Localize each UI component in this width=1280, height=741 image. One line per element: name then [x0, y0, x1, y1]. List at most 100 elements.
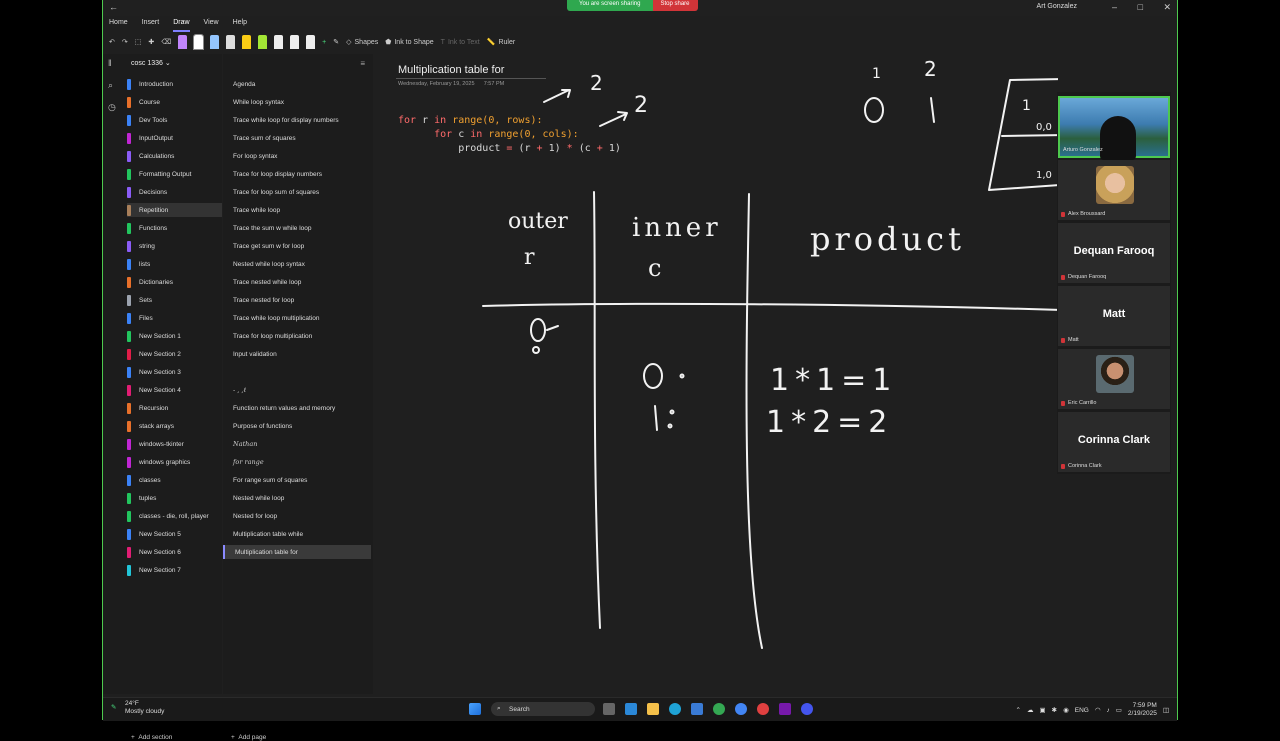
- minimize-icon[interactable]: –: [1112, 2, 1117, 12]
- page-item[interactable]: Trace get sum w for loop: [223, 239, 371, 253]
- section-item[interactable]: Calculations: [127, 149, 222, 163]
- pen-purple-icon[interactable]: [178, 35, 188, 49]
- page-item[interactable]: Trace sum of squares: [223, 131, 371, 145]
- notebook-selector[interactable]: cosc 1336 ⌄: [131, 59, 171, 67]
- section-item[interactable]: New Section 1: [127, 329, 222, 343]
- page-item[interactable]: Nested while loop syntax: [223, 257, 371, 271]
- store-icon[interactable]: [691, 703, 703, 715]
- page-item[interactable]: Input validation: [223, 347, 371, 361]
- page-item[interactable]: Trace while loop: [223, 203, 371, 217]
- pen-white-icon[interactable]: [193, 34, 205, 50]
- section-item[interactable]: Formatting Output: [127, 167, 222, 181]
- close-icon[interactable]: ✕: [1163, 2, 1171, 13]
- ink-to-shape-button[interactable]: ⬟ Ink to Shape: [385, 38, 433, 47]
- pen-light2-icon[interactable]: [290, 35, 300, 49]
- section-item[interactable]: Dev Tools: [127, 113, 222, 127]
- section-item[interactable]: Repetition: [127, 203, 222, 217]
- add-space-icon[interactable]: ✚: [148, 38, 154, 46]
- ink-to-text-button[interactable]: T Ink to Text: [441, 39, 480, 46]
- section-item[interactable]: string: [127, 239, 222, 253]
- section-item[interactable]: New Section 6: [127, 545, 222, 559]
- section-item[interactable]: Recursion: [127, 401, 222, 415]
- lasso-select-icon[interactable]: ⬚: [135, 38, 142, 46]
- battery-icon[interactable]: ▭: [1116, 706, 1122, 714]
- section-item[interactable]: New Section 7: [127, 563, 222, 577]
- page-item[interactable]: Trace for loop sum of squares: [223, 185, 371, 199]
- participant-tile[interactable]: Eric Carrillo: [1058, 349, 1170, 409]
- page-item[interactable]: Purpose of functions: [223, 419, 371, 433]
- pen-gray-icon[interactable]: [226, 35, 236, 49]
- weather-widget[interactable]: 24°F Mostly cloudy: [125, 700, 164, 716]
- participant-tile[interactable]: Alex Broussard: [1058, 160, 1170, 220]
- page-item[interactable]: Agenda: [223, 77, 371, 91]
- section-item[interactable]: New Section 5: [127, 527, 222, 541]
- section-item[interactable]: Files: [127, 311, 222, 325]
- search-icon[interactable]: ⌕: [108, 80, 113, 91]
- tray-app2-icon[interactable]: ◉: [1063, 706, 1069, 714]
- page-item[interactable]: Nathan: [223, 437, 371, 451]
- touch-draw-icon[interactable]: ✎: [333, 38, 339, 46]
- onenote-icon[interactable]: [779, 703, 791, 715]
- section-item[interactable]: classes: [127, 473, 222, 487]
- tray-chevron-icon[interactable]: ⌃: [1016, 706, 1021, 714]
- section-item[interactable]: classes - die, roll, player: [127, 509, 222, 523]
- page-item[interactable]: for range: [223, 455, 371, 469]
- section-item[interactable]: Sets: [127, 293, 222, 307]
- volume-icon[interactable]: ♪: [1107, 707, 1110, 714]
- redo-icon[interactable]: ↷: [122, 38, 128, 46]
- section-item[interactable]: New Section 4: [127, 383, 222, 397]
- section-item[interactable]: tuples: [127, 491, 222, 505]
- page-item[interactable]: For loop syntax: [223, 149, 371, 163]
- tab-help[interactable]: Help: [233, 16, 247, 32]
- start-icon[interactable]: [469, 703, 481, 715]
- page-item[interactable]: Trace nested for loop: [223, 293, 371, 307]
- back-arrow-icon[interactable]: ←: [109, 2, 118, 12]
- section-item[interactable]: lists: [127, 257, 222, 271]
- maximize-icon[interactable]: □: [1138, 2, 1143, 12]
- tab-insert[interactable]: Insert: [142, 16, 160, 32]
- bluetooth-icon[interactable]: ✱: [1052, 706, 1057, 714]
- section-item[interactable]: Functions: [127, 221, 222, 235]
- chrome-icon[interactable]: [713, 703, 725, 715]
- page-item[interactable]: [223, 365, 371, 379]
- page-item[interactable]: Trace while loop for display numbers: [223, 113, 371, 127]
- participant-tile[interactable]: Dequan Farooq Dequan Farooq: [1058, 223, 1170, 283]
- language-indicator[interactable]: ENG: [1075, 707, 1089, 714]
- account-name[interactable]: Art Gonzalez: [1037, 3, 1077, 10]
- highlighter-green-icon[interactable]: [258, 35, 268, 49]
- tab-view[interactable]: View: [204, 16, 219, 32]
- stop-share-button[interactable]: Stop share: [652, 0, 698, 11]
- tray-app-icon[interactable]: ▣: [1039, 706, 1045, 714]
- eraser-icon[interactable]: ⌫: [161, 38, 171, 46]
- page-item[interactable]: Nested while loop: [223, 491, 371, 505]
- section-item[interactable]: InputOutput: [127, 131, 222, 145]
- ruler-button[interactable]: 📏 Ruler: [487, 38, 515, 47]
- section-item[interactable]: New Section 2: [127, 347, 222, 361]
- onedrive-icon[interactable]: ☁: [1027, 706, 1034, 714]
- edge-icon[interactable]: [669, 703, 681, 715]
- participant-tile[interactable]: Matt Matt: [1058, 286, 1170, 346]
- add-page-button[interactable]: + Add page: [231, 734, 266, 741]
- page-item[interactable]: Trace while loop multiplication: [223, 311, 371, 325]
- page-item[interactable]: Nested for loop: [223, 509, 371, 523]
- tab-draw[interactable]: Draw: [173, 16, 190, 32]
- section-item[interactable]: Dictionaries: [127, 275, 222, 289]
- pen-light3-icon[interactable]: [306, 35, 316, 49]
- page-item[interactable]: Multiplication table for: [223, 545, 371, 559]
- notebooks-icon[interactable]: ‖: [108, 58, 112, 68]
- add-section-button[interactable]: + Add section: [131, 734, 172, 741]
- add-pen-icon[interactable]: +: [322, 39, 326, 46]
- section-item[interactable]: Course: [127, 95, 222, 109]
- page-item[interactable]: Trace nested while loop: [223, 275, 371, 289]
- page-item[interactable]: Trace the sum w while loop: [223, 221, 371, 235]
- zoom-icon[interactable]: [801, 703, 813, 715]
- note-canvas[interactable]: Multiplication table for Wednesday, Febr…: [374, 54, 1058, 694]
- section-item[interactable]: windows graphics: [127, 455, 222, 469]
- undo-icon[interactable]: ↶: [109, 38, 115, 46]
- task-view-icon[interactable]: [603, 703, 615, 715]
- page-item[interactable]: Trace for loop display numbers: [223, 167, 371, 181]
- file-explorer-icon[interactable]: [647, 703, 659, 715]
- recent-icon[interactable]: ◷: [108, 102, 116, 113]
- app-icon[interactable]: [757, 703, 769, 715]
- notification-icon[interactable]: ◫: [1163, 706, 1169, 714]
